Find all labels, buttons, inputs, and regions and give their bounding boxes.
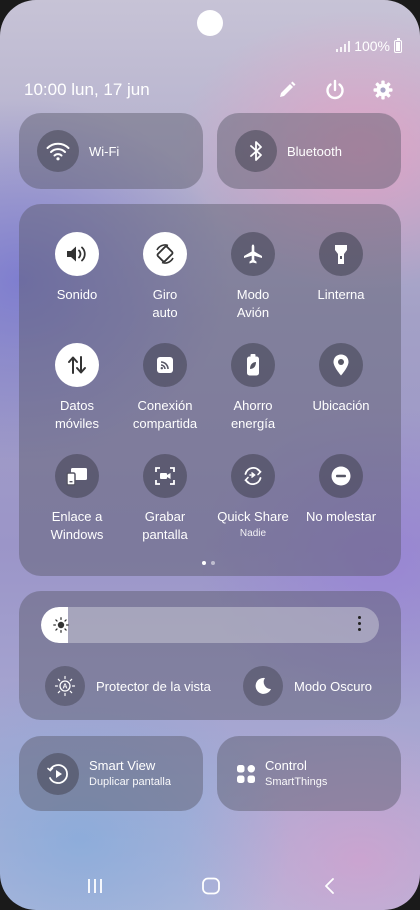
toggle-power-saving[interactable]: Ahorro energía <box>208 343 298 433</box>
svg-text:A: A <box>62 684 67 691</box>
toggle-quick-share[interactable]: Quick Share Nadie <box>208 454 298 539</box>
toggle-airplane-mode[interactable]: Modo Avión <box>208 232 298 322</box>
gear-icon <box>373 80 393 100</box>
toggle-location[interactable]: Ubicación <box>296 343 386 415</box>
battery-icon <box>394 37 402 53</box>
toggle-screen-record-label: Grabar pantalla <box>142 509 188 542</box>
moon-icon <box>243 666 283 706</box>
location-icon <box>319 343 363 387</box>
toggle-hotspot[interactable]: Conexión compartida <box>120 343 210 433</box>
pencil-icon <box>280 81 296 97</box>
power-button[interactable] <box>322 77 348 103</box>
toggle-screen-record[interactable]: Grabar pantalla <box>120 454 210 544</box>
power-saving-icon <box>231 343 275 387</box>
tile-smart-view-sub: Duplicar pantalla <box>89 775 171 788</box>
screen-record-icon <box>143 454 187 498</box>
navigation-bar <box>0 868 420 904</box>
tile-wifi[interactable]: Wi-Fi <box>19 113 203 189</box>
page-dot-1 <box>202 561 206 565</box>
battery-percent: 100% <box>354 38 390 54</box>
smart-view-icon <box>37 752 79 795</box>
recent-apps-button[interactable] <box>83 876 107 896</box>
auto-rotate-icon <box>143 232 187 276</box>
front-camera <box>197 10 223 36</box>
eye-comfort-label: Protector de la vista <box>96 678 211 694</box>
dark-mode-button[interactable]: Modo Oscuro <box>243 666 372 706</box>
toggle-airplane-mode-label: Modo Avión <box>236 287 270 320</box>
date-time[interactable]: 10:00 lun, 17 jun <box>24 80 274 100</box>
quick-panel-screen: 100% 10:00 lun, 17 jun Wi-Fi Bluetooth S… <box>0 0 420 910</box>
back-icon <box>325 878 334 894</box>
toggle-location-label: Ubicación <box>312 398 370 413</box>
eye-comfort-icon: A <box>45 666 85 706</box>
toggle-do-not-disturb-label: No molestar <box>305 509 377 524</box>
airplane-icon <box>231 232 275 276</box>
hotspot-icon <box>143 343 187 387</box>
panel-header: 10:00 lun, 17 jun <box>24 78 396 102</box>
page-indicator[interactable] <box>202 561 215 565</box>
recent-apps-icon <box>88 879 102 893</box>
bluetooth-icon <box>235 130 277 172</box>
settings-button[interactable] <box>370 77 396 103</box>
signal-icon <box>336 40 351 52</box>
tile-wifi-label: Wi-Fi <box>89 143 120 159</box>
tile-smart-view-label: Smart View <box>89 757 156 773</box>
toggle-flashlight-label: Linterna <box>317 287 365 302</box>
toggle-quick-share-label: Quick Share <box>217 509 289 524</box>
toggle-flashlight[interactable]: Linterna <box>296 232 386 304</box>
sun-icon <box>53 617 69 638</box>
toggle-auto-rotate-label: Giro auto <box>152 287 178 320</box>
eye-comfort-button[interactable]: A Protector de la vista <box>45 666 211 706</box>
quick-share-icon <box>231 454 275 498</box>
home-icon <box>202 877 220 895</box>
tile-bluetooth[interactable]: Bluetooth <box>217 113 401 189</box>
tile-smartthings-label: Control <box>265 757 307 773</box>
toggle-auto-rotate[interactable]: Giro auto <box>120 232 210 322</box>
more-options-icon[interactable] <box>358 616 361 631</box>
toggle-do-not-disturb[interactable]: No molestar <box>296 454 386 526</box>
power-icon <box>326 79 344 100</box>
toggle-sound[interactable]: Sonido <box>32 232 122 304</box>
toggle-power-saving-label: Ahorro energía <box>230 398 276 431</box>
home-button[interactable] <box>199 876 223 896</box>
quick-settings-grid: Sonido Giro auto Modo Avión Linterna Dat… <box>19 204 401 576</box>
toggle-hotspot-label: Conexión compartida <box>132 398 198 431</box>
brightness-slider[interactable] <box>41 607 379 643</box>
tile-smartthings-sub: SmartThings <box>265 775 328 788</box>
edit-button[interactable] <box>274 77 300 103</box>
toggle-quick-share-sub: Nadie <box>239 528 267 539</box>
toggle-mobile-data-label: Datos móviles <box>54 398 100 431</box>
tile-bluetooth-label: Bluetooth <box>287 143 342 159</box>
toggle-link-windows-label: Enlace a Windows <box>50 509 104 542</box>
dark-mode-label: Modo Oscuro <box>294 678 373 694</box>
tile-smartthings[interactable]: Control SmartThings <box>217 736 401 811</box>
mobile-data-icon <box>55 343 99 387</box>
toggle-link-windows[interactable]: Enlace a Windows <box>32 454 122 544</box>
toggle-mobile-data[interactable]: Datos móviles <box>32 343 122 433</box>
page-dot-2 <box>211 561 215 565</box>
tile-smart-view[interactable]: Smart View Duplicar pantalla <box>19 736 203 811</box>
status-bar: 100% <box>336 37 402 54</box>
volume-icon <box>55 232 99 276</box>
toggle-sound-label: Sonido <box>56 287 98 302</box>
back-button[interactable] <box>318 876 342 896</box>
smartthings-icon <box>235 763 257 785</box>
flashlight-icon <box>319 232 363 276</box>
wifi-icon <box>37 130 79 172</box>
link-windows-icon <box>55 454 99 498</box>
do-not-disturb-icon <box>319 454 363 498</box>
